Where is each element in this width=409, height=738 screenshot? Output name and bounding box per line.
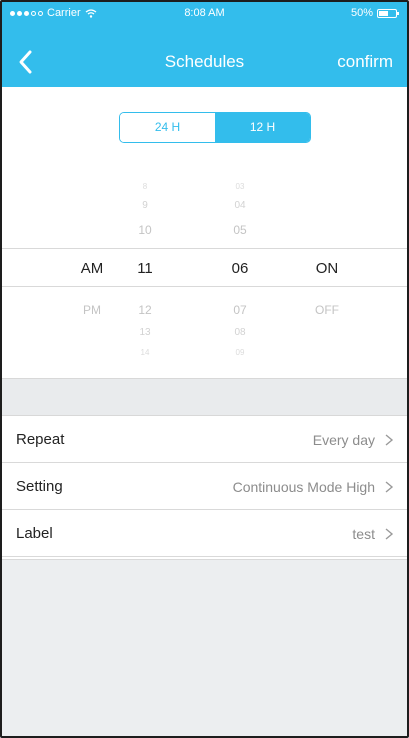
hour-option: 10 xyxy=(138,223,152,237)
empty-area xyxy=(2,559,407,736)
setting-value: Continuous Mode High xyxy=(232,479,375,495)
minute-option: 09 xyxy=(235,348,245,357)
hour-option: 9 xyxy=(142,200,148,211)
hour-selected: 11 xyxy=(137,260,153,277)
battery-icon xyxy=(377,8,399,18)
minute-option: 07 xyxy=(233,303,247,317)
repeat-value: Every day xyxy=(312,432,375,448)
navigation-bar: Schedules confirm xyxy=(2,42,407,82)
settings-list: Repeat Every day Setting Continuous Mode… xyxy=(2,416,407,557)
minute-selected: 06 xyxy=(231,260,249,277)
minute-option: 05 xyxy=(233,223,247,237)
repeat-row[interactable]: Repeat Every day xyxy=(2,416,407,463)
confirm-button[interactable]: confirm xyxy=(337,52,393,72)
time-format-toggle: 24 H 12 H xyxy=(119,112,311,143)
picker-divider-top xyxy=(2,248,407,249)
onoff-option: OFF xyxy=(315,303,339,317)
format-12h-button[interactable]: 12 H xyxy=(215,113,310,142)
hour-option: 13 xyxy=(139,327,151,338)
onoff-selected: ON xyxy=(315,260,339,277)
hour-option: 14 xyxy=(140,348,150,357)
status-bar: Carrier 8:08 AM 50% xyxy=(2,2,407,26)
setting-label: Setting xyxy=(16,478,63,495)
ampm-option: PM xyxy=(83,303,101,317)
battery-group: 50% xyxy=(350,7,399,19)
label-value: test xyxy=(352,526,375,542)
section-separator xyxy=(2,378,407,416)
app-frame: Carrier 8:08 AM 50% Schedules confirm 24… xyxy=(0,0,409,738)
repeat-label: Repeat xyxy=(16,431,65,448)
status-time: 8:08 AM xyxy=(184,7,225,19)
picker-divider-bottom xyxy=(2,286,407,287)
chevron-right-icon xyxy=(385,481,394,493)
minute-option: 08 xyxy=(234,327,246,338)
chevron-right-icon xyxy=(385,528,394,540)
setting-row[interactable]: Setting Continuous Mode High xyxy=(2,463,407,510)
battery-percent: 50% xyxy=(350,7,373,19)
label-row[interactable]: Label test xyxy=(2,510,407,557)
hour-option: 12 xyxy=(138,303,152,317)
format-24h-button[interactable]: 24 H xyxy=(120,113,215,142)
chevron-right-icon xyxy=(385,434,394,446)
hour-option: 8 xyxy=(142,182,148,191)
top-bar: Carrier 8:08 AM 50% Schedules confirm xyxy=(2,2,407,87)
ampm-selected: AM xyxy=(80,260,104,277)
minute-option: 03 xyxy=(235,182,245,191)
minute-option: 04 xyxy=(234,200,246,211)
label-label: Label xyxy=(16,525,53,542)
time-picker[interactable]: AM PM 8 9 10 11 12 13 14 03 04 05 06 07 … xyxy=(2,170,407,376)
